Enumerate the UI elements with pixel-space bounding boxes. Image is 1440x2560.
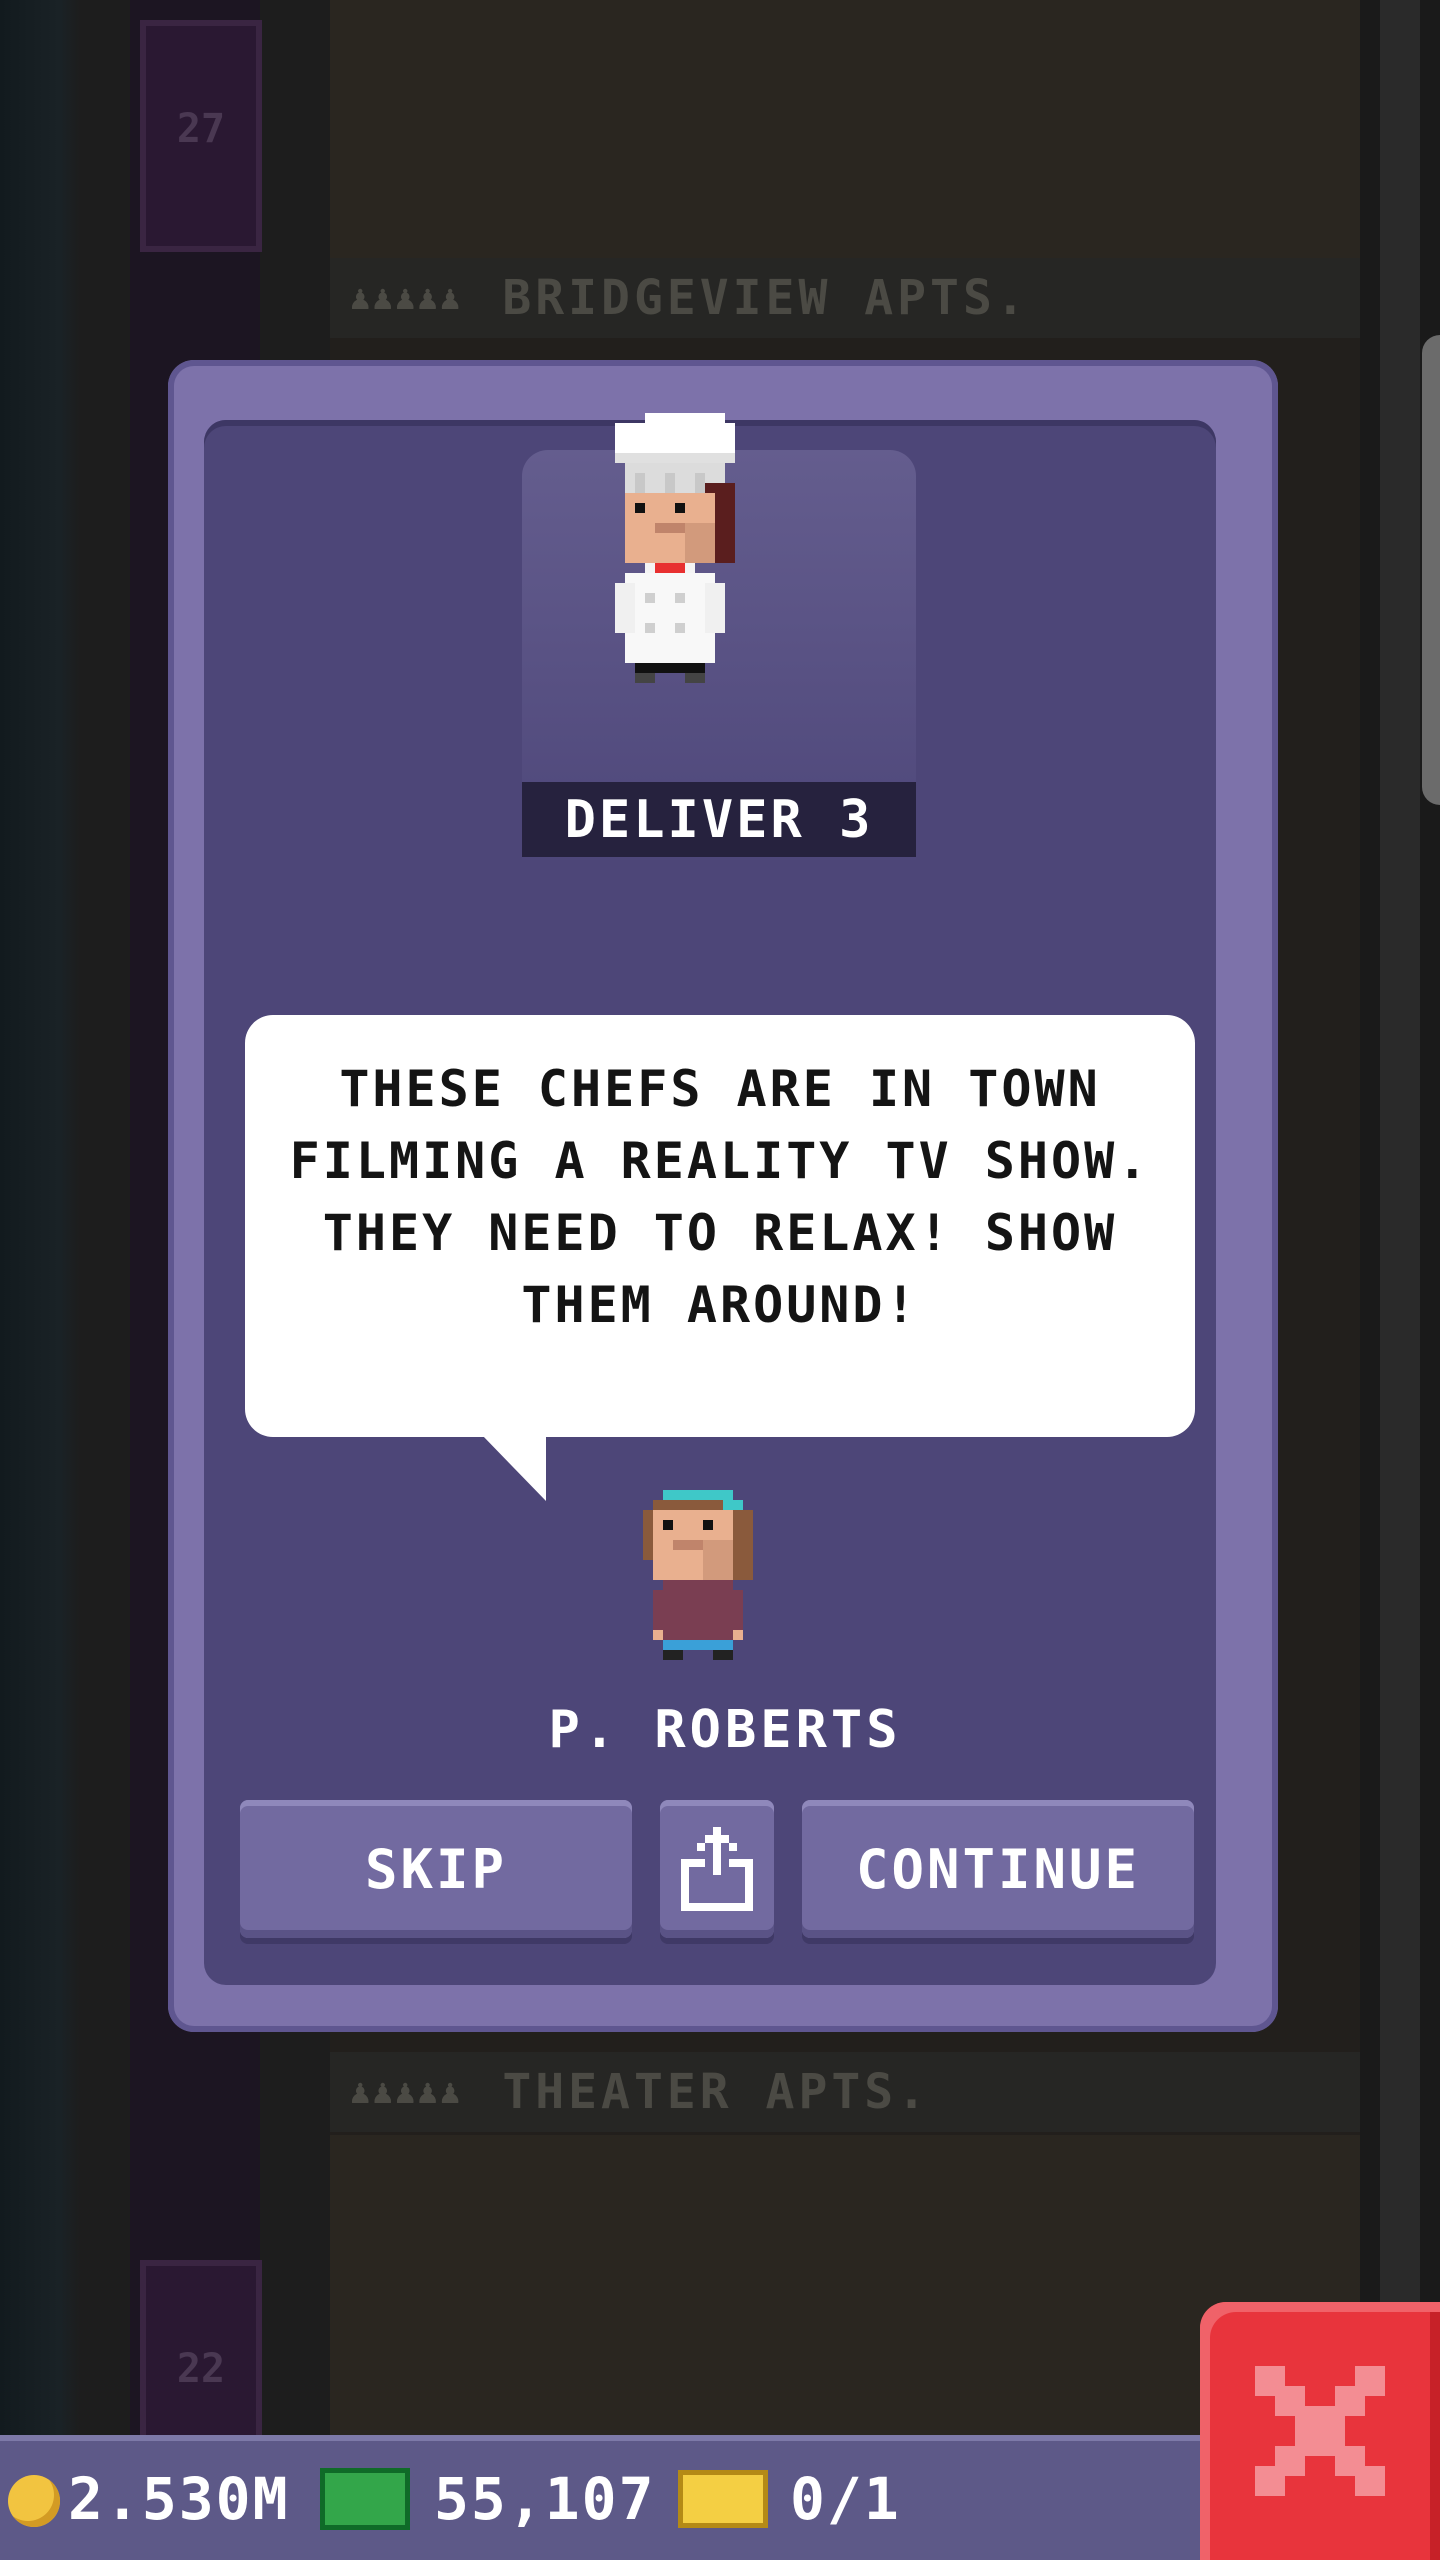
coin-icon xyxy=(8,2475,60,2527)
speech-bubble-tail xyxy=(482,1435,546,1501)
bux-value: 55,107 xyxy=(434,2465,656,2533)
tickets-value: 0/1 xyxy=(790,2465,901,2533)
ticket-icon xyxy=(678,2470,768,2528)
npc-name: P. ROBERTS xyxy=(548,1700,902,1760)
close-icon xyxy=(1255,2366,1385,2496)
skip-button-label: SKIP xyxy=(364,1837,508,1901)
people-icon: ♟♟♟♟♟ xyxy=(350,2072,463,2112)
continue-button-label: CONTINUE xyxy=(855,1837,1141,1901)
resident-icon xyxy=(643,1490,753,1660)
task-label: DELIVER 3 xyxy=(522,782,916,857)
continue-button[interactable]: CONTINUE xyxy=(802,1800,1194,1938)
chef-icon xyxy=(615,413,735,683)
coins-value: 2.530M xyxy=(68,2465,290,2533)
share-button[interactable] xyxy=(660,1800,774,1938)
elevator-car-top[interactable]: 27 xyxy=(140,20,262,252)
floor-label-lower: ♟♟♟♟♟ THEATER APTS. xyxy=(330,2052,1360,2132)
dialog-text: THESE CHEFS ARE IN TOWN FILMING A REALIT… xyxy=(289,1060,1151,1334)
floor-label-upper: ♟♟♟♟♟ BRIDGEVIEW APTS. xyxy=(330,258,1360,338)
skip-button[interactable]: SKIP xyxy=(240,1800,632,1938)
floor-name: THEATER APTS. xyxy=(502,2064,931,2120)
elevator-floor-number: 22 xyxy=(176,2346,226,2392)
floor-room-upper[interactable] xyxy=(330,0,1360,260)
close-button[interactable] xyxy=(1200,2302,1440,2560)
floor-name: BRIDGEVIEW APTS. xyxy=(502,270,1029,326)
elevator-floor-number: 27 xyxy=(176,106,226,152)
side-menu-tab[interactable] xyxy=(1422,335,1440,805)
bux-icon xyxy=(320,2468,410,2530)
share-icon xyxy=(681,1827,753,1911)
people-icon: ♟♟♟♟♟ xyxy=(350,278,463,318)
speech-bubble: THESE CHEFS ARE IN TOWN FILMING A REALIT… xyxy=(245,1015,1195,1437)
right-rail xyxy=(1380,0,1420,2560)
